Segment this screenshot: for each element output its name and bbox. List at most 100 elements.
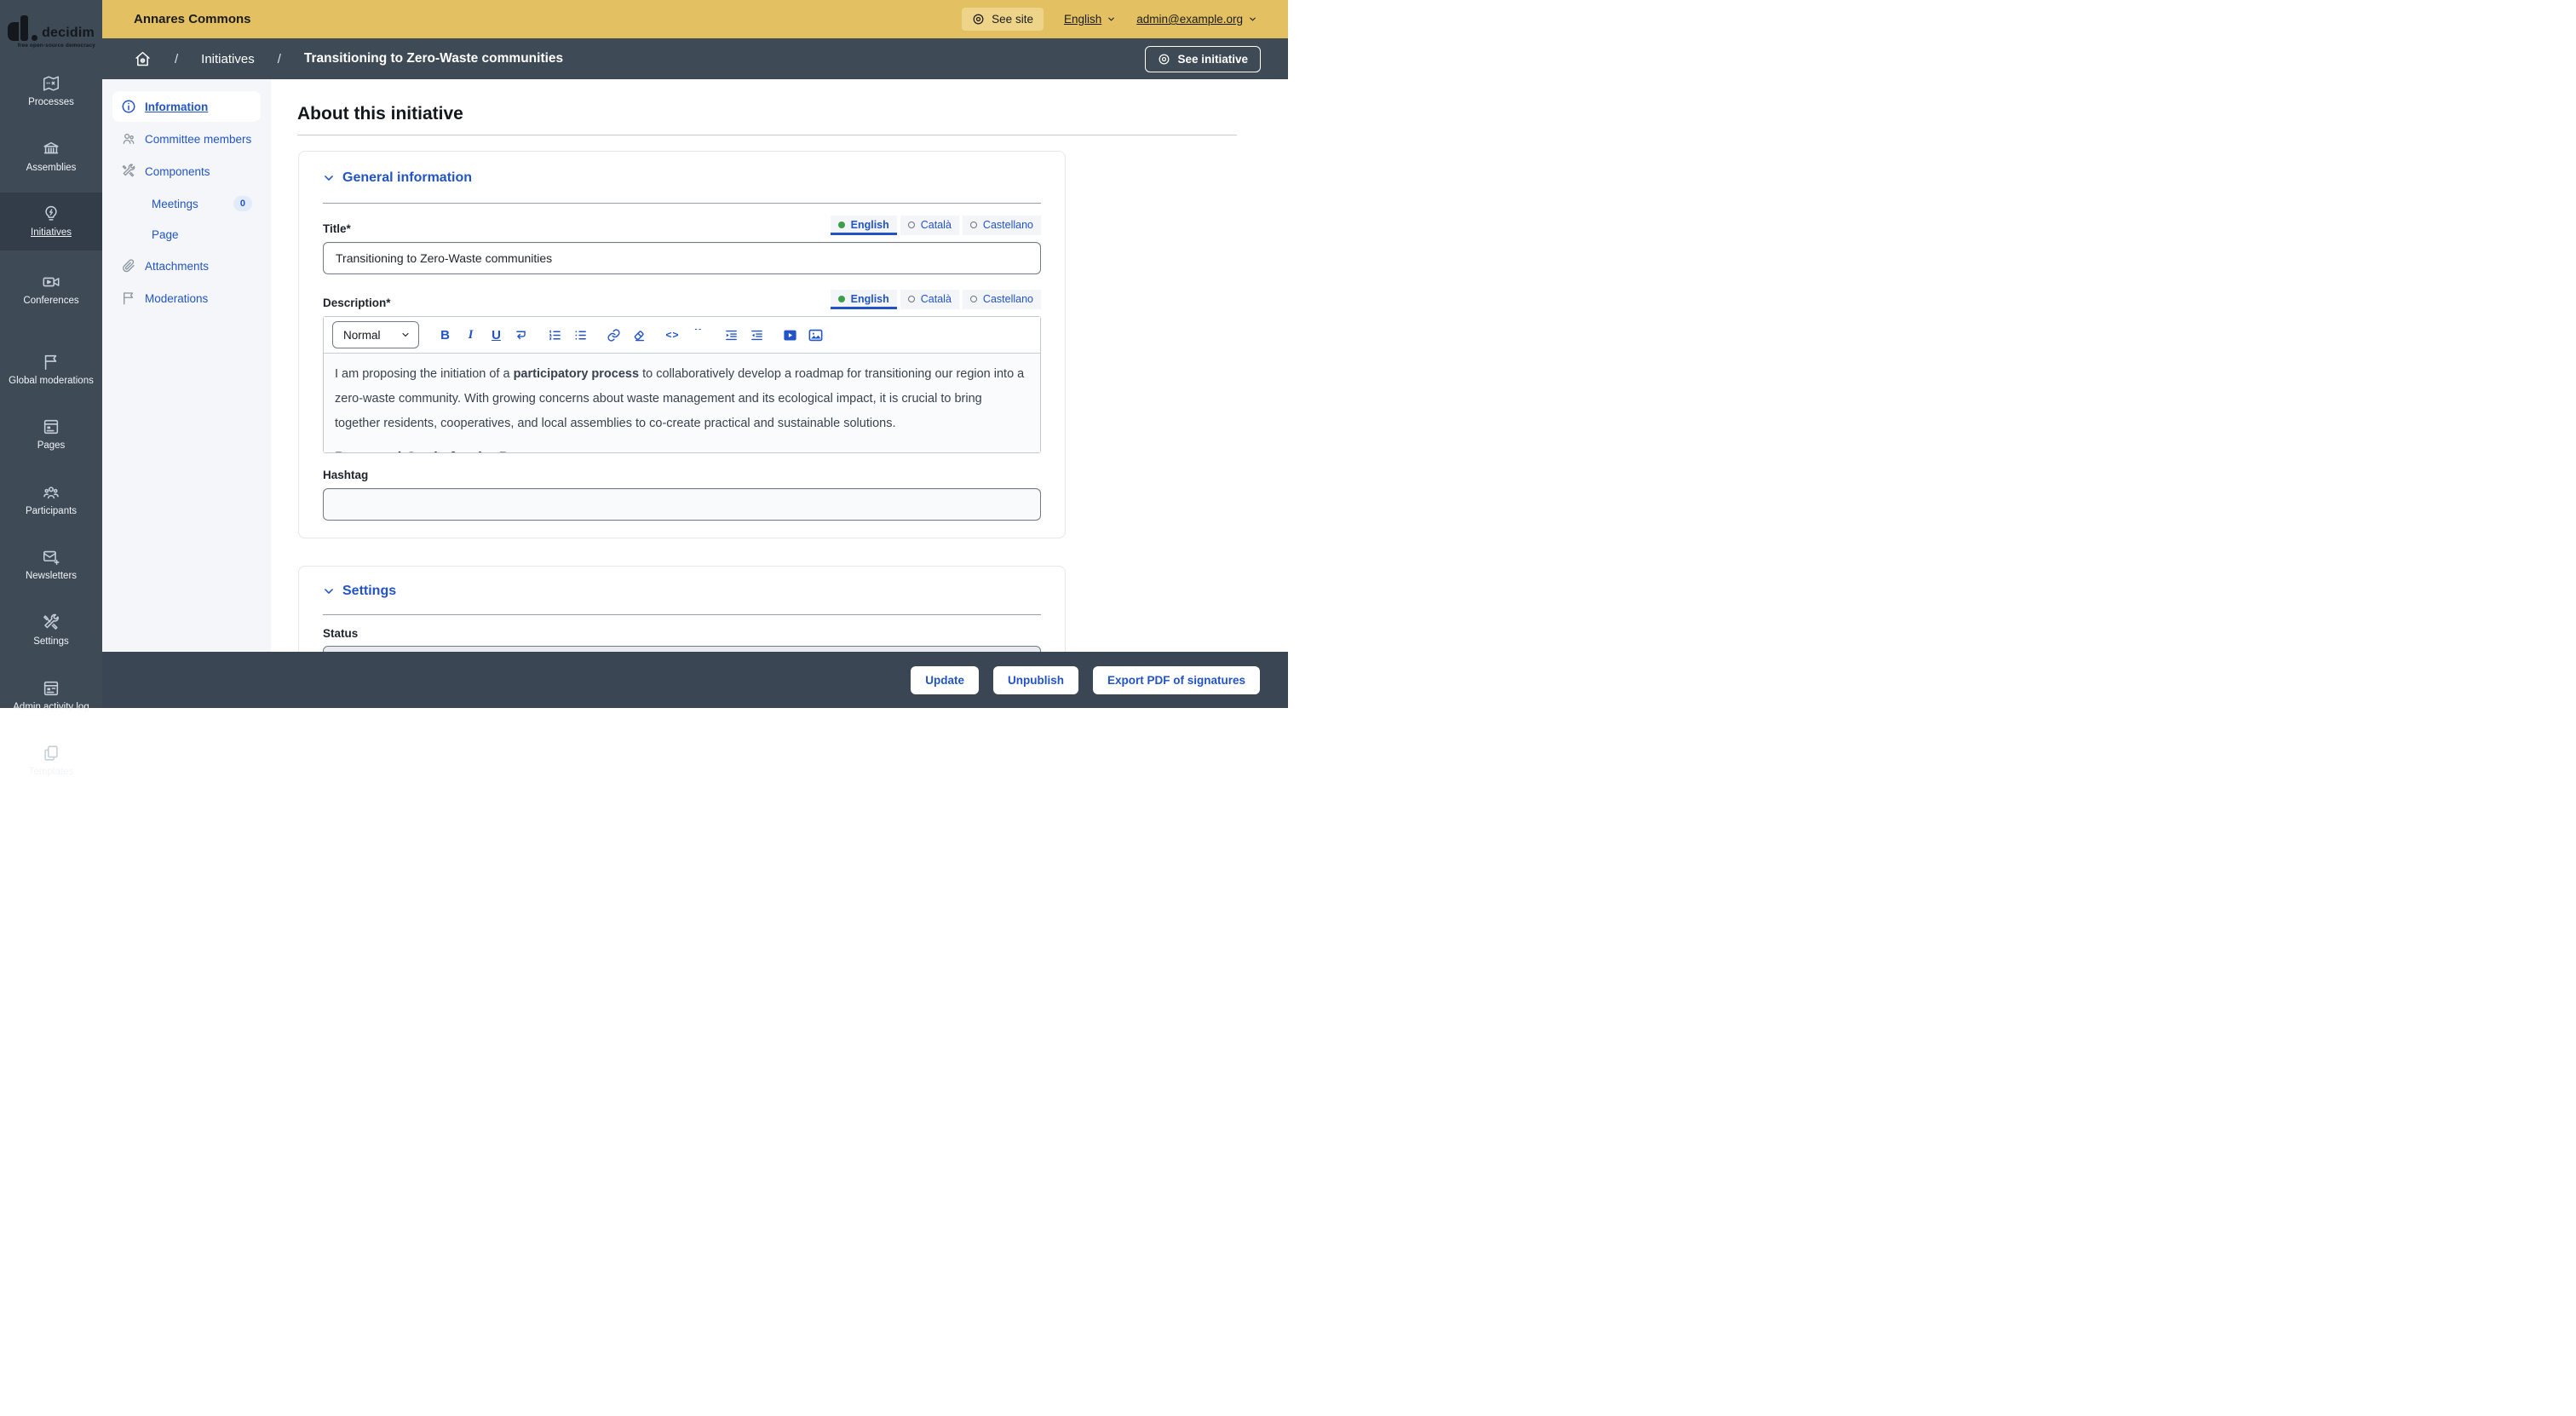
submenu-item-page[interactable]: Page [112, 221, 261, 249]
sidebar-item-initiatives[interactable]: Initiatives [0, 193, 102, 250]
image-icon [808, 327, 824, 343]
map-icon [42, 74, 60, 93]
submenu-item-components[interactable]: Components [112, 156, 261, 187]
description-paragraph: I am proposing the initiation of a parti… [335, 362, 1029, 436]
description-language-selector: English Català Castellano [831, 290, 1041, 309]
section-divider [323, 614, 1041, 615]
paperclip-icon [121, 258, 136, 273]
language-tab-castellano[interactable]: Castellano [963, 290, 1041, 309]
sidebar-item-assemblies[interactable]: Assemblies [0, 134, 102, 180]
sidebar-item-admin-activity-log[interactable]: Admin activity log [0, 673, 102, 719]
sidebar-item-participants[interactable]: Participants [0, 477, 102, 523]
link-icon [607, 328, 621, 342]
hard-break-button[interactable] [510, 324, 533, 347]
bank-icon [42, 140, 60, 158]
see-initiative-button[interactable]: See initiative [1145, 46, 1261, 72]
sidebar-item-pages[interactable]: Pages [0, 412, 102, 458]
untranslated-dot-icon [908, 222, 915, 228]
code-block-button[interactable]: <> [661, 324, 684, 347]
submenu-item-committee-members[interactable]: Committee members [112, 124, 261, 154]
title-input[interactable] [323, 242, 1041, 274]
title-field-label: Title* [323, 222, 351, 235]
submenu-item-moderations[interactable]: Moderations [112, 283, 261, 314]
title-language-selector: English Català Castellano [831, 216, 1041, 235]
untranslated-dot-icon [970, 296, 977, 302]
sidebar-item-templates[interactable]: Templates [0, 738, 102, 784]
sidebar-item-global-moderations[interactable]: Global moderations [0, 347, 102, 393]
video-embed-button[interactable] [779, 324, 802, 347]
paragraph-style-select[interactable]: Normal [332, 321, 419, 348]
page-title: About this initiative [297, 104, 1288, 124]
bullet-list-button[interactable] [569, 324, 592, 347]
decidim-logo-mark: decidim [7, 15, 95, 41]
see-site-link[interactable]: See site [962, 8, 1044, 31]
video-embed-icon [782, 327, 798, 343]
sidebar-item-processes[interactable]: Processes [0, 68, 102, 114]
outdent-button[interactable] [745, 324, 768, 347]
underline-button[interactable]: U [485, 324, 508, 347]
indent-button[interactable] [720, 324, 743, 347]
underline-icon: U [492, 328, 501, 342]
description-partial-heading: Proposed Goals for the Process [335, 448, 1029, 452]
decidim-logo[interactable]: decidim free open-source democracy [7, 15, 95, 49]
bold-button[interactable]: B [434, 324, 457, 347]
untranslated-dot-icon [908, 296, 915, 302]
flag-icon [121, 291, 136, 306]
image-button[interactable] [804, 324, 827, 347]
logo-shape [8, 22, 19, 41]
general-information-card: General information Title* English Catal… [298, 151, 1066, 538]
general-information-toggle[interactable]: General information [323, 170, 1041, 186]
indent-icon [724, 328, 739, 342]
blockquote-icon: “ [693, 329, 703, 341]
link-button[interactable] [602, 324, 625, 347]
breadcrumb-separator: / [278, 52, 281, 66]
sidebar-item-conferences[interactable]: Conferences [0, 267, 102, 313]
language-tab-english[interactable]: English [831, 290, 897, 309]
submenu-item-attachments[interactable]: Attachments [112, 250, 261, 281]
info-icon [121, 99, 136, 114]
hashtag-field-label: Hashtag [323, 469, 1041, 481]
language-tab-english[interactable]: English [831, 216, 897, 235]
logo-tagline: free open-source democracy [7, 43, 95, 49]
sidebar-item-newsletters[interactable]: Newsletters [0, 542, 102, 588]
main-content: About this initiative General informatio… [271, 79, 1288, 708]
hashtag-input[interactable] [323, 488, 1041, 521]
settings-toggle[interactable]: Settings [323, 584, 1041, 599]
language-menu[interactable]: English [1064, 13, 1116, 26]
breadcrumb-bar: / Initiatives / Transitioning to Zero-Wa… [102, 38, 1288, 79]
meetings-count-badge: 0 [233, 196, 252, 211]
tools-icon [121, 164, 136, 179]
sidebar-item-settings[interactable]: Settings [0, 607, 102, 653]
chevron-down-icon [400, 330, 411, 340]
home-icon [134, 50, 152, 68]
home-link[interactable] [134, 50, 152, 68]
export-pdf-signatures-button[interactable]: Export PDF of signatures [1093, 666, 1260, 694]
erase-button[interactable] [628, 324, 651, 347]
submenu-item-information[interactable]: Information [112, 91, 261, 122]
editor-toolbar: Normal B I U [324, 317, 1040, 353]
outdent-icon [750, 328, 764, 342]
ordered-list-button[interactable] [543, 324, 566, 347]
chevron-down-icon [323, 172, 335, 184]
rich-text-editor: Normal B I U [323, 316, 1041, 453]
update-button[interactable]: Update [911, 666, 979, 694]
blockquote-button[interactable]: “ [687, 324, 710, 347]
submenu-item-meetings[interactable]: Meetings 0 [112, 188, 261, 219]
video-camera-icon [42, 273, 60, 291]
article-window-icon [42, 417, 60, 436]
status-field-label: Status [323, 627, 1041, 640]
breadcrumb-initiatives-link[interactable]: Initiatives [201, 52, 255, 66]
account-menu[interactable]: admin@example.org [1136, 13, 1257, 26]
description-editor-content[interactable]: I am proposing the initiation of a parti… [324, 353, 1040, 452]
language-tab-catala[interactable]: Català [900, 290, 959, 309]
language-tab-catala[interactable]: Català [900, 216, 959, 235]
mail-plus-icon [42, 548, 60, 567]
breadcrumb: / Initiatives / Transitioning to Zero-Wa… [134, 50, 563, 68]
language-tab-castellano[interactable]: Castellano [963, 216, 1041, 235]
translated-dot-icon [838, 222, 845, 228]
italic-button[interactable]: I [459, 324, 482, 347]
chevron-down-icon [1107, 14, 1116, 24]
target-icon [972, 13, 985, 26]
breadcrumb-separator: / [175, 52, 178, 66]
unpublish-button[interactable]: Unpublish [993, 666, 1078, 694]
